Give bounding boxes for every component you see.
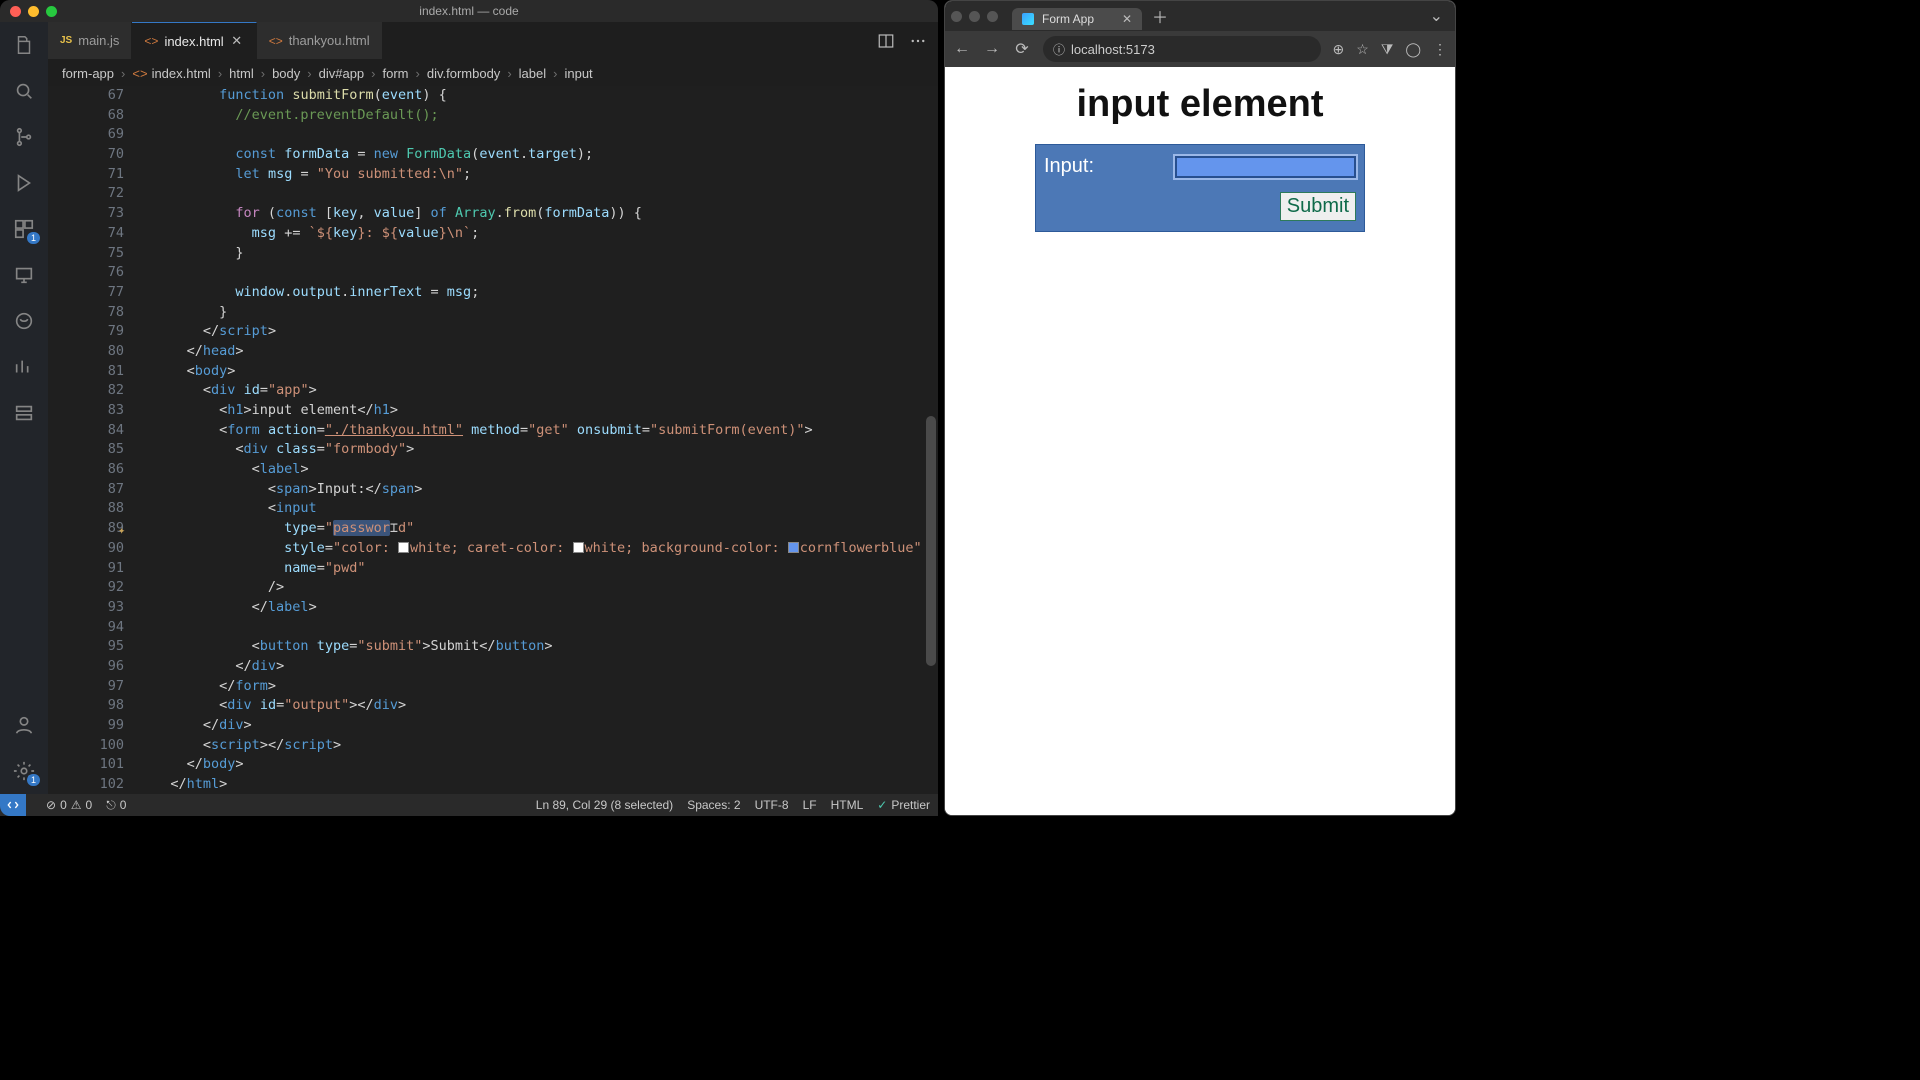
breadcrumb[interactable]: form-app› <> index.html› html› body› div…: [48, 60, 938, 86]
split-editor-icon[interactable]: [876, 31, 896, 51]
tinacms-icon[interactable]: [11, 308, 37, 334]
forward-icon[interactable]: →: [983, 40, 1001, 58]
mac-titlebar: index.html — code: [0, 0, 938, 22]
server-icon[interactable]: [11, 400, 37, 426]
run-debug-icon[interactable]: [11, 170, 37, 196]
close-icon[interactable]: ✕: [230, 34, 244, 48]
url-bar[interactable]: ⓘ localhost:5173: [1043, 36, 1321, 62]
settings-badge: 1: [27, 774, 40, 786]
window-maximize-icon[interactable]: [46, 6, 57, 17]
reload-icon[interactable]: ⟳: [1013, 39, 1031, 59]
account-icon[interactable]: [11, 712, 37, 738]
problems-indicator[interactable]: ⊘0 ⚠0: [46, 798, 92, 812]
error-icon: ⊘: [46, 798, 56, 812]
chevron-down-icon[interactable]: ⌄: [1430, 6, 1449, 26]
editor-area: JS main.js <> index.html ✕ <> thankyou.h…: [48, 22, 938, 794]
settings-gear-icon[interactable]: 1: [11, 758, 37, 784]
warning-icon: ⚠: [71, 798, 82, 812]
traffic-lights: [10, 6, 57, 17]
remote-explorer-icon[interactable]: [11, 262, 37, 288]
line-number-gutter: 6768697071727374757677787980818283848586…: [48, 86, 146, 794]
more-actions-icon[interactable]: [908, 31, 928, 51]
browser-toolbar: ← → ⟳ ⓘ localhost:5173 ⊕ ☆ ⧩ ◯ ⋮: [945, 31, 1455, 67]
kebab-menu-icon[interactable]: ⋮: [1433, 41, 1447, 58]
tab-label: thankyou.html: [289, 33, 370, 48]
new-tab-button[interactable]: ＋: [1146, 4, 1174, 28]
browser-traffic-lights: [951, 11, 998, 22]
tab-main-js[interactable]: JS main.js: [48, 22, 132, 59]
back-icon[interactable]: ←: [953, 40, 971, 58]
browser-tab[interactable]: Form App ✕: [1012, 8, 1142, 30]
extensions-puzzle-icon[interactable]: ⧩: [1381, 41, 1394, 58]
code-lines[interactable]: ✦ function submitForm(event) { //event.p…: [146, 86, 938, 794]
tab-label: main.js: [78, 33, 119, 48]
search-icon[interactable]: [11, 78, 37, 104]
window-close-icon[interactable]: [951, 11, 962, 22]
eol[interactable]: LF: [803, 798, 817, 812]
window-title: index.html — code: [0, 4, 938, 18]
form-row: Input:: [1044, 155, 1356, 178]
window-close-icon[interactable]: [10, 6, 21, 17]
status-bar: ⊘0 ⚠0 ⎋0 Ln 89, Col 29 (8 selected) Spac…: [0, 794, 938, 816]
favicon-icon: [1022, 13, 1034, 25]
js-file-icon: JS: [60, 35, 72, 46]
graph-icon[interactable]: [11, 354, 37, 380]
url-text: localhost:5173: [1071, 42, 1155, 57]
submit-button[interactable]: Submit: [1280, 192, 1356, 221]
html-file-icon: <>: [269, 34, 283, 48]
tab-actions: [876, 22, 938, 59]
tab-row: JS main.js <> index.html ✕ <> thankyou.h…: [48, 22, 938, 60]
page-heading: input element: [1076, 83, 1323, 126]
rendered-page: input element Input: Submit: [945, 67, 1455, 815]
indentation[interactable]: Spaces: 2: [687, 798, 740, 812]
explorer-icon[interactable]: [11, 32, 37, 58]
form-container: Input: Submit: [1035, 144, 1365, 232]
zoom-icon[interactable]: ⊕: [1333, 41, 1345, 58]
html-file-icon: <>: [144, 34, 158, 48]
input-label: Input:: [1044, 155, 1165, 178]
window-minimize-icon[interactable]: [969, 11, 980, 22]
tab-thankyou-html[interactable]: <> thankyou.html: [257, 22, 383, 59]
tab-index-html[interactable]: <> index.html ✕: [132, 22, 256, 59]
extensions-badge: 1: [27, 232, 40, 244]
ports-indicator[interactable]: ⎋0: [106, 798, 126, 813]
language-mode[interactable]: HTML: [831, 798, 864, 812]
encoding[interactable]: UTF-8: [755, 798, 789, 812]
tab-label: index.html: [164, 34, 223, 49]
window-maximize-icon[interactable]: [987, 11, 998, 22]
remote-indicator-icon[interactable]: [0, 794, 26, 816]
vscode-window: index.html — code 1: [0, 0, 938, 816]
sparkle-icon: ✦: [118, 521, 125, 541]
toolbar-right: ⊕ ☆ ⧩ ◯ ⋮: [1333, 41, 1447, 58]
broadcast-icon: ⎋: [106, 798, 116, 813]
window-minimize-icon[interactable]: [28, 6, 39, 17]
extensions-icon[interactable]: 1: [11, 216, 37, 242]
close-icon[interactable]: ✕: [1122, 12, 1132, 26]
source-control-icon[interactable]: [11, 124, 37, 150]
formatter[interactable]: ✓ Prettier: [877, 798, 930, 812]
activity-bar: 1: [0, 22, 48, 794]
cursor-position[interactable]: Ln 89, Col 29 (8 selected): [536, 798, 673, 812]
browser-window: Form App ✕ ＋ ⌄ ← → ⟳ ⓘ localhost:5173 ⊕ …: [944, 0, 1456, 816]
profile-icon[interactable]: ◯: [1405, 41, 1421, 58]
code-editor[interactable]: 6768697071727374757677787980818283848586…: [48, 86, 938, 794]
editor-scrollbar[interactable]: [926, 416, 936, 666]
check-icon: ✓: [877, 798, 887, 812]
password-input[interactable]: [1175, 156, 1356, 178]
star-icon[interactable]: ☆: [1356, 41, 1369, 58]
site-info-icon[interactable]: ⓘ: [1053, 41, 1065, 58]
browser-tab-strip: Form App ✕ ＋ ⌄: [945, 1, 1455, 31]
browser-tab-title: Form App: [1042, 12, 1094, 26]
